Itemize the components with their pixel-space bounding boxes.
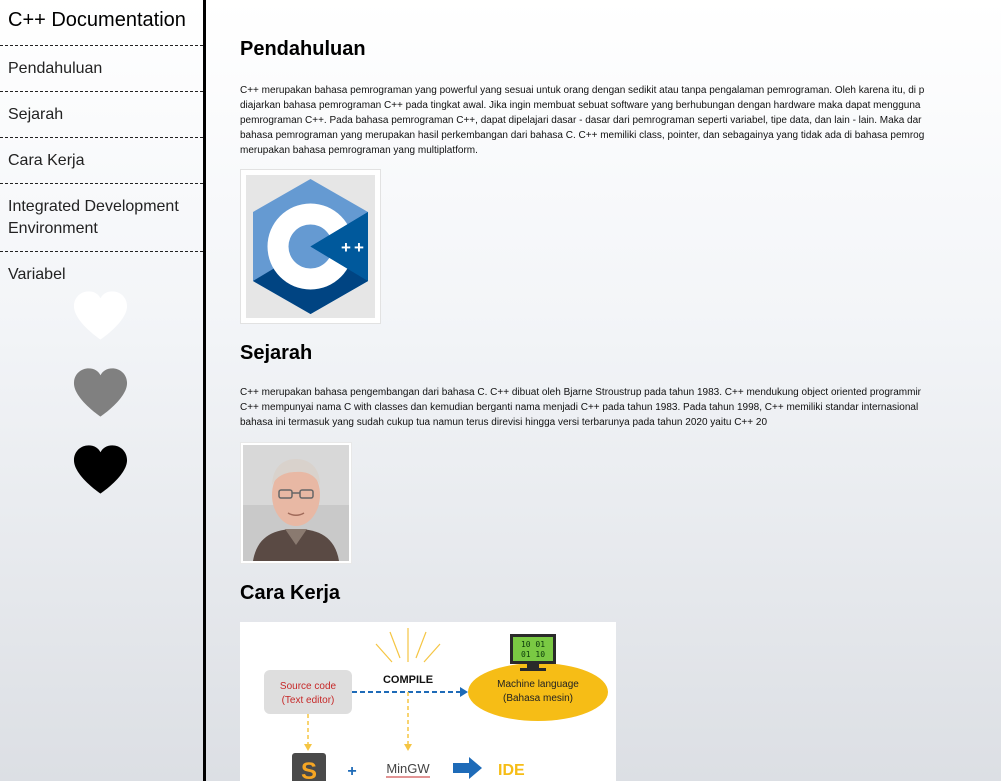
plus-sign: + — [347, 763, 356, 780]
binary-row: 01 10 — [521, 650, 545, 659]
nav-link-ide[interactable]: Integrated Development Environment — [0, 184, 203, 252]
hearts-group — [72, 290, 130, 521]
nav-title: C++ Documentation — [0, 0, 203, 46]
heart-black-icon — [73, 445, 128, 494]
portrait-image — [243, 445, 349, 561]
text-line: C++ mempunyai nama C with classes dan ke… — [240, 402, 919, 413]
machine-language-ellipse — [468, 663, 608, 721]
nav-link-variabel[interactable]: Variabel — [0, 252, 203, 290]
svg-text:+: + — [354, 238, 364, 257]
text-line: C++ merupakan bahasa pemrograman yang po… — [240, 85, 925, 96]
text-line: bahasa ini termasuk yang sudah cukup tua… — [240, 417, 768, 428]
text-editor-label: (Text editor) — [282, 695, 335, 706]
main-content: Pendahuluan C++ merupakan bahasa pemrogr… — [209, 0, 1001, 781]
bahasa-mesin-label: (Bahasa mesin) — [503, 693, 573, 704]
compile-flow-diagram: Source code (Text editor) COMPILE Machin… — [240, 622, 616, 781]
text-line: merupakan bahasa pemrograman yang multip… — [240, 145, 478, 156]
section-pendahuluan: Pendahuluan C++ merupakan bahasa pemrogr… — [240, 38, 1001, 324]
source-code-label: Source code — [280, 681, 337, 692]
nav-link-cara-kerja[interactable]: Cara Kerja — [0, 138, 203, 184]
binary-row: 10 01 — [521, 640, 545, 649]
section-cara-kerja: Cara Kerja Source code (Text editor) COM… — [240, 582, 1001, 781]
compile-diagram: Source code (Text editor) COMPILE Machin… — [240, 622, 616, 781]
machine-language-label: Machine language — [497, 679, 579, 690]
heart-white-icon — [73, 291, 128, 340]
bjarne-photo — [240, 442, 352, 564]
text-line: C++ merupakan bahasa pengembangan dari b… — [240, 387, 922, 398]
sidebar-nav: C++ Documentation Pendahuluan Sejarah Ca… — [0, 0, 206, 781]
sejarah-text: C++ merupakan bahasa pengembangan dari b… — [240, 385, 1001, 430]
ide-label: IDE — [498, 762, 525, 779]
text-line: pemrograman C++. Pada bahasa pemrograman… — [240, 115, 922, 126]
heart-gray-icon — [73, 368, 128, 417]
cpp-logo-image: + + — [240, 169, 381, 324]
heading-cara-kerja: Cara Kerja — [240, 582, 341, 604]
nav-link-sejarah[interactable]: Sejarah — [0, 92, 203, 138]
svg-text:+: + — [341, 238, 351, 257]
source-code-box — [264, 670, 352, 714]
sublime-text-icon: S — [292, 753, 326, 781]
nav-link-pendahuluan[interactable]: Pendahuluan — [0, 46, 203, 92]
text-line: bahasa pemrograman yang merupakan hasil … — [240, 130, 925, 141]
pendahuluan-text: C++ merupakan bahasa pemrograman yang po… — [240, 83, 1001, 158]
section-sejarah: Sejarah C++ merupakan bahasa pengembanga… — [240, 342, 1001, 564]
compile-label: COMPILE — [383, 674, 433, 686]
text-line: diajarkan bahasa pemrograman C++ pada ti… — [240, 100, 921, 111]
heading-pendahuluan: Pendahuluan — [240, 38, 366, 60]
editor-glyph: S — [301, 758, 317, 781]
mingw-label: MinGW — [386, 761, 430, 776]
heading-sejarah: Sejarah — [240, 342, 313, 364]
cpp-logo-icon: + + — [246, 175, 375, 318]
